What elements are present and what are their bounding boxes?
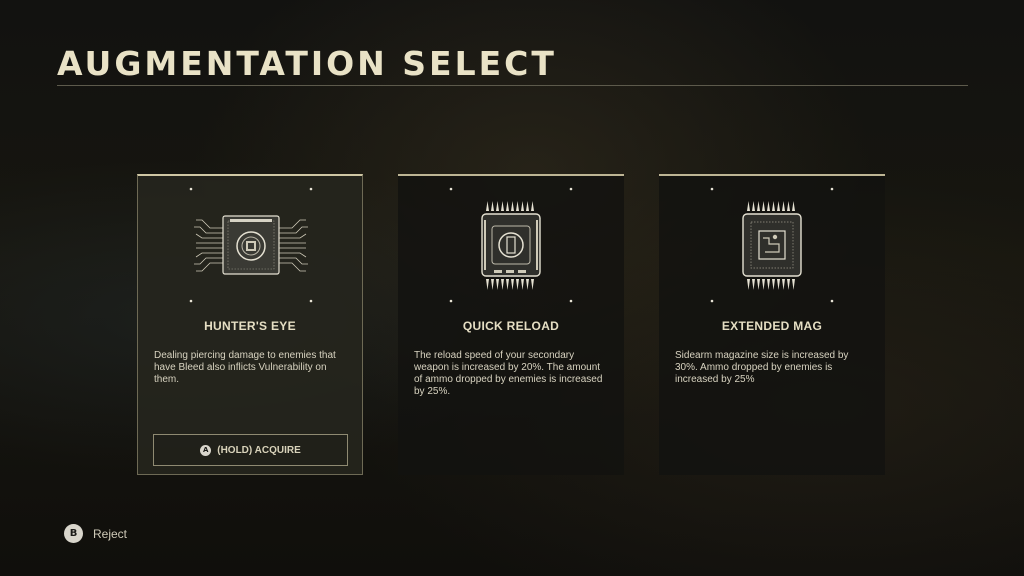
a-button-icon: A [200,444,212,456]
augmentation-select-screen: AUGMENTATION SELECT HUNTER'S EYE Dealing… [0,0,1024,576]
acquire-button[interactable]: A (HOLD) ACQUIRE [153,434,348,466]
acquire-label: (HOLD) ACQUIRE [217,444,301,456]
b-button-icon: B [64,524,83,543]
augment-card-hunters-eye[interactable]: HUNTER'S EYE Dealing piercing damage to … [137,174,363,475]
card-title: EXTENDED MAG [721,319,823,333]
chip-spiked-icon [449,187,573,303]
augment-card-extended-mag[interactable]: EXTENDED MAG Sidearm magazine size is in… [659,174,885,475]
reject-prompt[interactable]: B Reject [64,524,127,543]
reject-label: Reject [93,526,128,541]
page-title: AUGMENTATION SELECT [57,44,557,83]
card-title: HUNTER'S EYE [204,319,296,333]
card-description: The reload speed of your secondary weapo… [414,350,603,397]
card-title: QUICK RELOAD [462,319,560,333]
card-description: Sidearm magazine size is increased by 30… [675,350,849,385]
title-divider [57,85,968,86]
card-description: Dealing piercing damage to enemies that … [154,350,336,385]
chip-circuit-icon [189,187,313,303]
chip-spiked-icon [710,187,834,303]
augment-card-quick-reload[interactable]: QUICK RELOAD The reload speed of your se… [398,174,624,475]
